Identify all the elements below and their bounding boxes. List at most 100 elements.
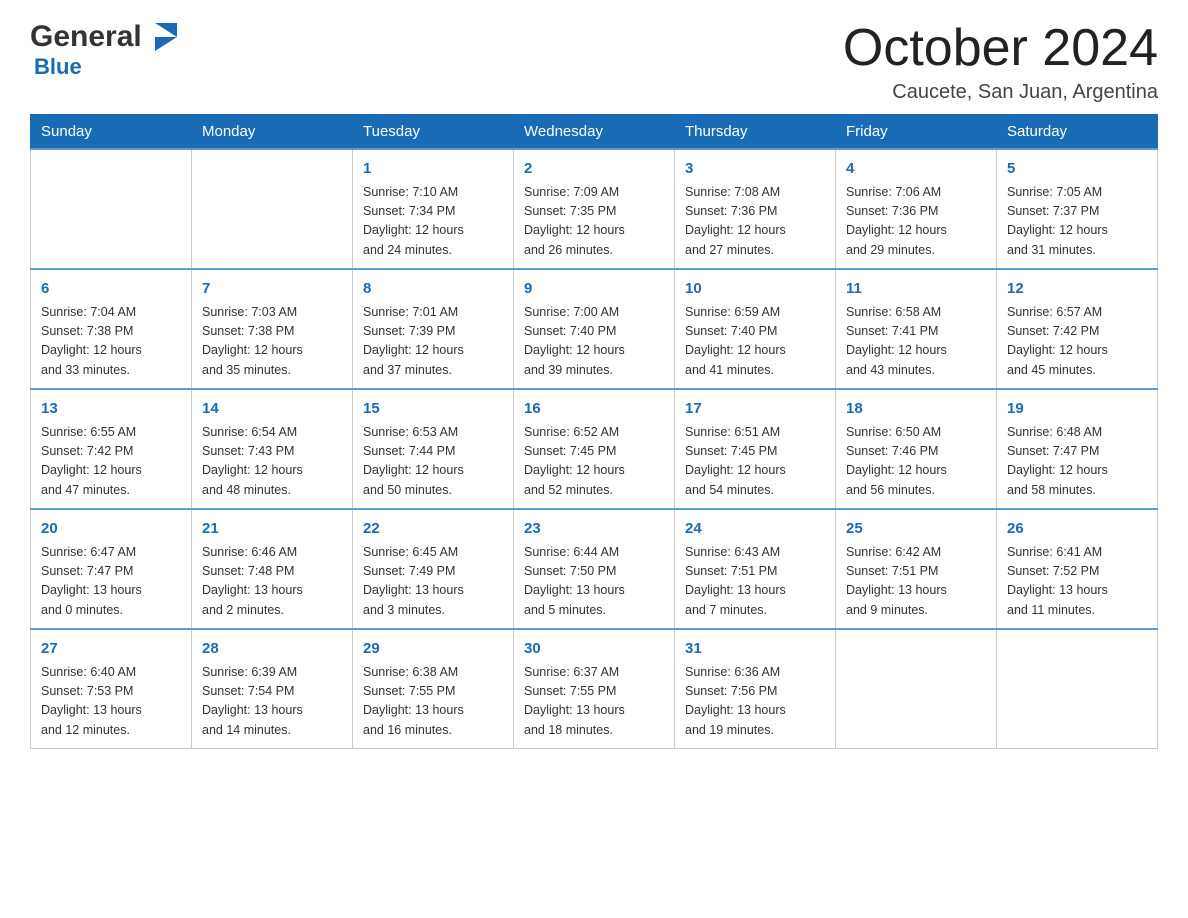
- day-number: 24: [685, 518, 825, 541]
- day-info: Sunrise: 6:52 AMSunset: 7:45 PMDaylight:…: [524, 423, 664, 501]
- day-info: Sunrise: 6:40 AMSunset: 7:53 PMDaylight:…: [41, 663, 181, 741]
- day-info: Sunrise: 7:09 AMSunset: 7:35 PMDaylight:…: [524, 183, 664, 261]
- day-info: Sunrise: 6:36 AMSunset: 7:56 PMDaylight:…: [685, 663, 825, 741]
- calendar-cell: 30Sunrise: 6:37 AMSunset: 7:55 PMDayligh…: [514, 629, 675, 749]
- weekday-header-saturday: Saturday: [997, 115, 1158, 150]
- calendar-cell: 12Sunrise: 6:57 AMSunset: 7:42 PMDayligh…: [997, 269, 1158, 389]
- calendar-cell: 7Sunrise: 7:03 AMSunset: 7:38 PMDaylight…: [192, 269, 353, 389]
- day-number: 2: [524, 158, 664, 181]
- day-number: 18: [846, 398, 986, 421]
- logo: General Blue: [30, 20, 177, 80]
- day-number: 14: [202, 398, 342, 421]
- day-number: 30: [524, 638, 664, 661]
- calendar-cell: 13Sunrise: 6:55 AMSunset: 7:42 PMDayligh…: [31, 389, 192, 509]
- day-info: Sunrise: 6:39 AMSunset: 7:54 PMDaylight:…: [202, 663, 342, 741]
- calendar-cell: 19Sunrise: 6:48 AMSunset: 7:47 PMDayligh…: [997, 389, 1158, 509]
- day-info: Sunrise: 7:08 AMSunset: 7:36 PMDaylight:…: [685, 183, 825, 261]
- calendar-cell: 4Sunrise: 7:06 AMSunset: 7:36 PMDaylight…: [836, 149, 997, 269]
- calendar-cell: 26Sunrise: 6:41 AMSunset: 7:52 PMDayligh…: [997, 509, 1158, 629]
- weekday-header-thursday: Thursday: [675, 115, 836, 150]
- calendar-cell: 2Sunrise: 7:09 AMSunset: 7:35 PMDaylight…: [514, 149, 675, 269]
- day-info: Sunrise: 6:58 AMSunset: 7:41 PMDaylight:…: [846, 303, 986, 381]
- calendar-cell: 15Sunrise: 6:53 AMSunset: 7:44 PMDayligh…: [353, 389, 514, 509]
- calendar-cell: 23Sunrise: 6:44 AMSunset: 7:50 PMDayligh…: [514, 509, 675, 629]
- weekday-header-row: SundayMondayTuesdayWednesdayThursdayFrid…: [31, 115, 1158, 150]
- calendar-cell: 10Sunrise: 6:59 AMSunset: 7:40 PMDayligh…: [675, 269, 836, 389]
- day-number: 22: [363, 518, 503, 541]
- calendar-cell: [836, 629, 997, 749]
- calendar-cell: 16Sunrise: 6:52 AMSunset: 7:45 PMDayligh…: [514, 389, 675, 509]
- day-info: Sunrise: 6:41 AMSunset: 7:52 PMDaylight:…: [1007, 543, 1147, 621]
- day-number: 29: [363, 638, 503, 661]
- day-info: Sunrise: 7:01 AMSunset: 7:39 PMDaylight:…: [363, 303, 503, 381]
- calendar-cell: 25Sunrise: 6:42 AMSunset: 7:51 PMDayligh…: [836, 509, 997, 629]
- day-info: Sunrise: 6:48 AMSunset: 7:47 PMDaylight:…: [1007, 423, 1147, 501]
- calendar-table: SundayMondayTuesdayWednesdayThursdayFrid…: [30, 114, 1158, 749]
- day-info: Sunrise: 7:06 AMSunset: 7:36 PMDaylight:…: [846, 183, 986, 261]
- day-number: 26: [1007, 518, 1147, 541]
- day-number: 12: [1007, 278, 1147, 301]
- day-number: 25: [846, 518, 986, 541]
- day-number: 5: [1007, 158, 1147, 181]
- day-number: 4: [846, 158, 986, 181]
- day-info: Sunrise: 6:54 AMSunset: 7:43 PMDaylight:…: [202, 423, 342, 501]
- day-number: 13: [41, 398, 181, 421]
- day-number: 8: [363, 278, 503, 301]
- day-number: 20: [41, 518, 181, 541]
- calendar-cell: 31Sunrise: 6:36 AMSunset: 7:56 PMDayligh…: [675, 629, 836, 749]
- calendar-cell: 1Sunrise: 7:10 AMSunset: 7:34 PMDaylight…: [353, 149, 514, 269]
- day-info: Sunrise: 7:10 AMSunset: 7:34 PMDaylight:…: [363, 183, 503, 261]
- calendar-cell: [997, 629, 1158, 749]
- location-text: Caucete, San Juan, Argentina: [843, 81, 1158, 104]
- day-info: Sunrise: 7:03 AMSunset: 7:38 PMDaylight:…: [202, 303, 342, 381]
- calendar-cell: [31, 149, 192, 269]
- calendar-cell: [192, 149, 353, 269]
- calendar-cell: 24Sunrise: 6:43 AMSunset: 7:51 PMDayligh…: [675, 509, 836, 629]
- day-info: Sunrise: 6:51 AMSunset: 7:45 PMDaylight:…: [685, 423, 825, 501]
- weekday-header-tuesday: Tuesday: [353, 115, 514, 150]
- page-header: General Blue October 2024 Caucete, San J…: [30, 20, 1158, 104]
- calendar-cell: 8Sunrise: 7:01 AMSunset: 7:39 PMDaylight…: [353, 269, 514, 389]
- calendar-cell: 5Sunrise: 7:05 AMSunset: 7:37 PMDaylight…: [997, 149, 1158, 269]
- logo-general-text: General: [30, 20, 142, 54]
- calendar-cell: 14Sunrise: 6:54 AMSunset: 7:43 PMDayligh…: [192, 389, 353, 509]
- logo-flag-icon: [155, 23, 177, 51]
- day-number: 27: [41, 638, 181, 661]
- day-number: 11: [846, 278, 986, 301]
- day-info: Sunrise: 6:50 AMSunset: 7:46 PMDaylight:…: [846, 423, 986, 501]
- calendar-cell: 28Sunrise: 6:39 AMSunset: 7:54 PMDayligh…: [192, 629, 353, 749]
- calendar-cell: 11Sunrise: 6:58 AMSunset: 7:41 PMDayligh…: [836, 269, 997, 389]
- day-number: 15: [363, 398, 503, 421]
- day-number: 17: [685, 398, 825, 421]
- day-info: Sunrise: 6:59 AMSunset: 7:40 PMDaylight:…: [685, 303, 825, 381]
- day-number: 16: [524, 398, 664, 421]
- day-info: Sunrise: 6:45 AMSunset: 7:49 PMDaylight:…: [363, 543, 503, 621]
- weekday-header-wednesday: Wednesday: [514, 115, 675, 150]
- calendar-cell: 27Sunrise: 6:40 AMSunset: 7:53 PMDayligh…: [31, 629, 192, 749]
- day-info: Sunrise: 6:37 AMSunset: 7:55 PMDaylight:…: [524, 663, 664, 741]
- day-info: Sunrise: 7:00 AMSunset: 7:40 PMDaylight:…: [524, 303, 664, 381]
- day-info: Sunrise: 7:05 AMSunset: 7:37 PMDaylight:…: [1007, 183, 1147, 261]
- day-info: Sunrise: 6:47 AMSunset: 7:47 PMDaylight:…: [41, 543, 181, 621]
- day-info: Sunrise: 6:44 AMSunset: 7:50 PMDaylight:…: [524, 543, 664, 621]
- calendar-cell: 21Sunrise: 6:46 AMSunset: 7:48 PMDayligh…: [192, 509, 353, 629]
- calendar-cell: 22Sunrise: 6:45 AMSunset: 7:49 PMDayligh…: [353, 509, 514, 629]
- calendar-cell: 29Sunrise: 6:38 AMSunset: 7:55 PMDayligh…: [353, 629, 514, 749]
- day-number: 9: [524, 278, 664, 301]
- calendar-cell: 20Sunrise: 6:47 AMSunset: 7:47 PMDayligh…: [31, 509, 192, 629]
- day-info: Sunrise: 6:53 AMSunset: 7:44 PMDaylight:…: [363, 423, 503, 501]
- day-number: 3: [685, 158, 825, 181]
- day-number: 7: [202, 278, 342, 301]
- day-number: 28: [202, 638, 342, 661]
- day-number: 10: [685, 278, 825, 301]
- calendar-cell: 17Sunrise: 6:51 AMSunset: 7:45 PMDayligh…: [675, 389, 836, 509]
- weekday-header-friday: Friday: [836, 115, 997, 150]
- day-info: Sunrise: 6:43 AMSunset: 7:51 PMDaylight:…: [685, 543, 825, 621]
- day-number: 23: [524, 518, 664, 541]
- title-section: October 2024 Caucete, San Juan, Argentin…: [843, 20, 1158, 104]
- calendar-week-3: 13Sunrise: 6:55 AMSunset: 7:42 PMDayligh…: [31, 389, 1158, 509]
- day-info: Sunrise: 6:42 AMSunset: 7:51 PMDaylight:…: [846, 543, 986, 621]
- weekday-header-sunday: Sunday: [31, 115, 192, 150]
- logo-blue-text: Blue: [34, 54, 82, 79]
- day-info: Sunrise: 6:57 AMSunset: 7:42 PMDaylight:…: [1007, 303, 1147, 381]
